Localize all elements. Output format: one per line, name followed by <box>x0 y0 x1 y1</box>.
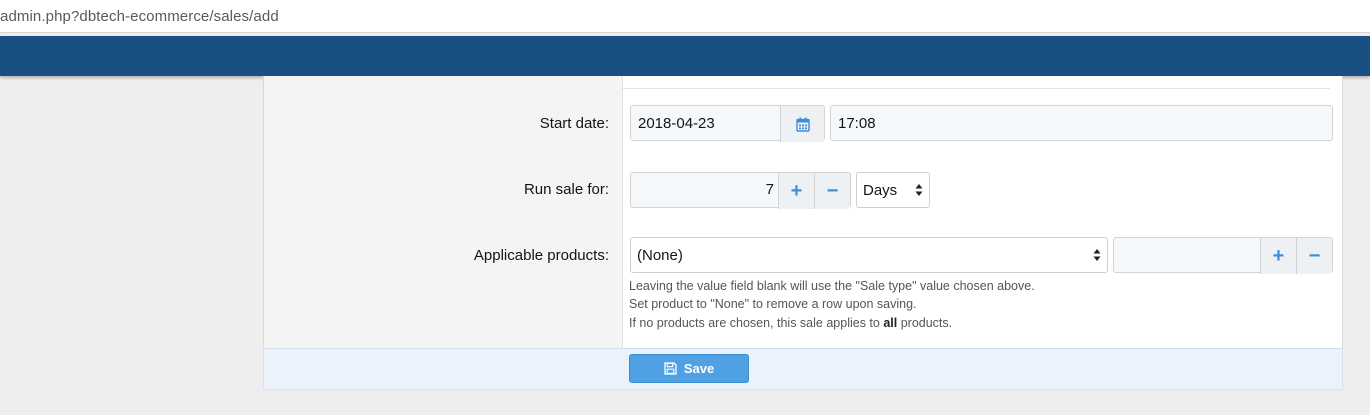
start-date-input[interactable]: 2018-04-23 <box>630 105 825 142</box>
plus-icon: + <box>1272 245 1285 267</box>
form-panel: Start date: 2018-04-23 17:08 Run sale fo… <box>263 76 1343 390</box>
calendar-icon <box>795 117 810 132</box>
save-button[interactable]: Save <box>629 354 749 383</box>
increment-button[interactable]: + <box>1260 238 1296 274</box>
run-sale-stepper[interactable]: 7 + − <box>630 172 851 209</box>
start-time-input[interactable]: 17:08 <box>830 105 1333 141</box>
form-footer: Save <box>263 348 1343 390</box>
product-value-stepper[interactable]: + − <box>1113 237 1333 274</box>
duration-unit-select[interactable]: Days <box>856 172 930 208</box>
save-icon <box>664 362 677 375</box>
duration-unit-value: Days <box>863 181 898 199</box>
plus-icon: + <box>790 180 803 202</box>
hint-line-3: If no products are chosen, this sale app… <box>629 316 952 330</box>
hint-line-3-emphasis: all <box>883 316 898 330</box>
divider <box>623 88 1330 89</box>
select-caret-icon <box>915 184 923 196</box>
hint-line-1: Leaving the value field blank will use t… <box>629 279 1035 293</box>
date-picker-button[interactable] <box>780 106 824 142</box>
decrement-button[interactable]: − <box>1296 238 1332 274</box>
browser-url-bar[interactable]: admin.php?dbtech-ecommerce/sales/add <box>0 0 1370 33</box>
product-select-value: (None) <box>637 246 683 264</box>
url-text[interactable]: admin.php?dbtech-ecommerce/sales/add <box>0 8 279 25</box>
minus-icon: − <box>826 180 839 202</box>
start-time-value: 17:08 <box>838 114 876 132</box>
select-caret-icon <box>1093 249 1101 261</box>
run-sale-label: Run sale for: <box>523 181 609 198</box>
increment-button[interactable]: + <box>778 173 814 209</box>
hint-line-3-suffix: products. <box>897 316 953 330</box>
start-date-label: Start date: <box>539 115 609 132</box>
decrement-button[interactable]: − <box>814 173 850 209</box>
save-label: Save <box>683 361 715 376</box>
applicable-products-label: Applicable products: <box>473 247 609 264</box>
app-header <box>0 36 1370 76</box>
hint-line-3-text: If no products are chosen, this sale app… <box>629 316 884 330</box>
run-sale-value: 7 <box>765 181 774 198</box>
start-date-value: 2018-04-23 <box>638 114 715 132</box>
hint-line-2: Set product to "None" to remove a row up… <box>629 297 917 311</box>
product-select[interactable]: (None) <box>630 237 1108 273</box>
minus-icon: − <box>1308 245 1321 267</box>
